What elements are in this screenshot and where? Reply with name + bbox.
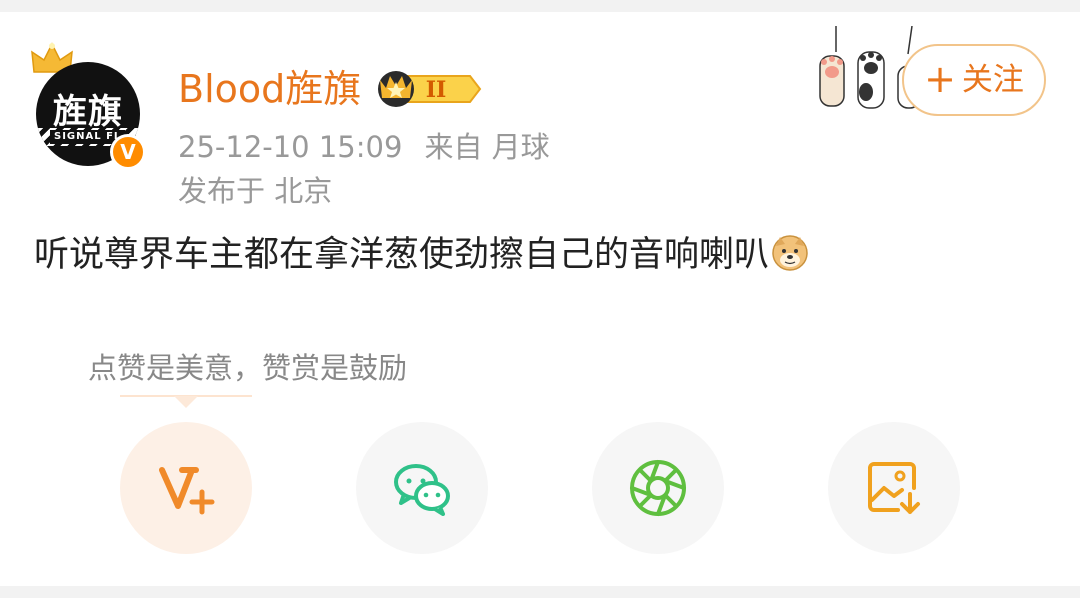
follow-plus-icon: + [924,57,956,101]
follow-label: 关注 [961,62,1024,98]
timestamp: 25-12-10 15:09 [178,130,403,164]
post-meta: 25-12-10 15:09 来自 月球 [178,128,550,166]
post-card: 旌旗 SIGNAL FL V Blood旌旗 II 25-12-10 15:09… [0,12,1080,586]
post-body: 听说尊界车主都在拿洋葱使劲擦自己的音响喇叭 [34,235,770,275]
follow-button[interactable]: + 关注 [902,44,1046,116]
save-image-button[interactable] [828,422,960,554]
post-source: 来自 月球 [424,130,550,164]
save-image-icon [868,462,920,514]
wechat-icon [394,464,450,516]
post-location: 发布于 北京 [178,174,333,208]
post-text[interactable]: 听说尊界车主都在拿洋葱使劲擦自己的音响喇叭 [34,232,809,278]
v-plus-icon [159,467,215,515]
reward-button[interactable] [120,422,252,554]
avatar-block[interactable]: 旌旗 SIGNAL FL V [30,42,148,172]
moments-icon [630,460,686,516]
tip-arrow [174,396,198,408]
vip-badge-icon[interactable]: II [374,70,482,108]
vip-level: II [426,77,447,103]
reward-tip: 点赞是美意，赞赏是鼓励 [88,351,408,385]
doge-emoji-icon [772,235,808,271]
avatar-text: 旌旗 [53,92,123,132]
verified-badge: V [110,134,146,170]
share-wechat-button[interactable] [356,422,488,554]
share-moments-button[interactable] [592,422,724,554]
username[interactable]: Blood旌旗 [178,66,361,112]
